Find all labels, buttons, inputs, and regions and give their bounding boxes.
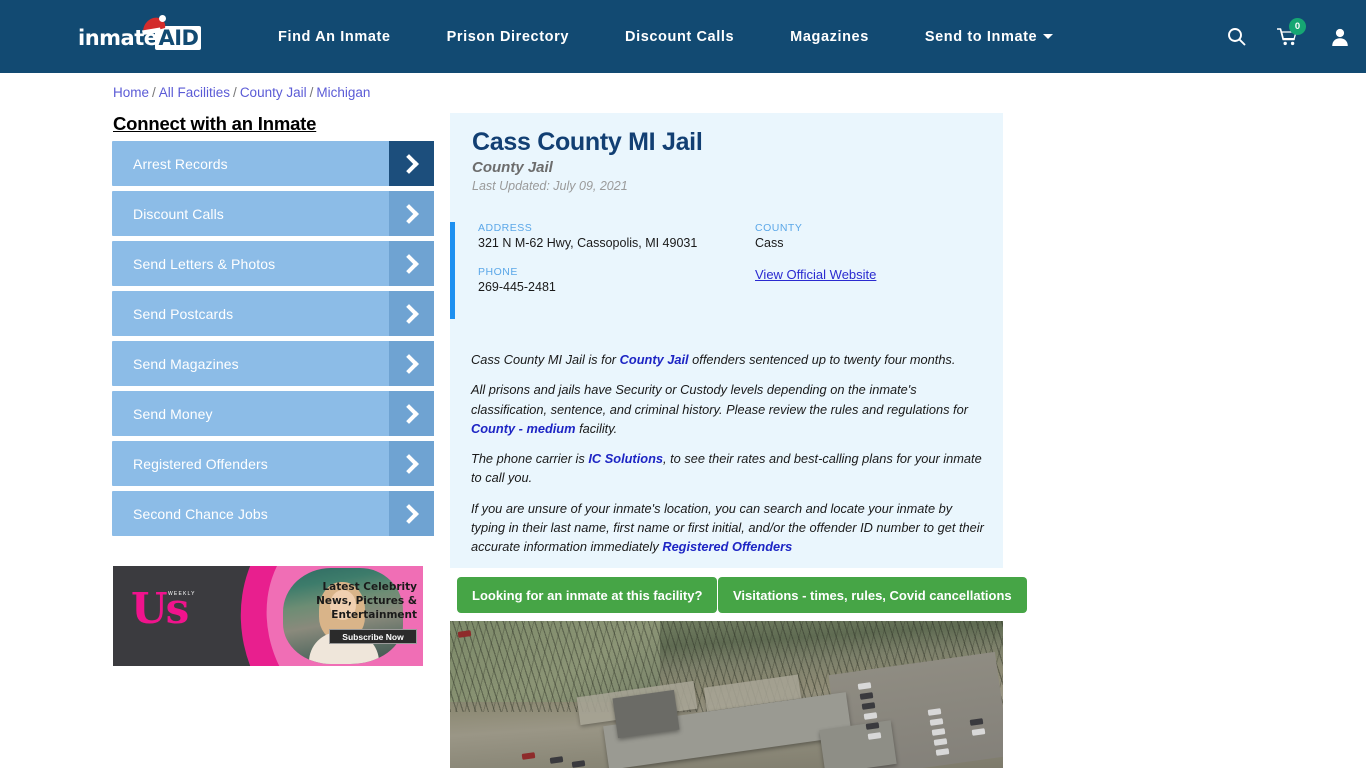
desc-text: All prisons and jails have Security or C… <box>471 382 968 417</box>
breadcrumb: Home / All Facilities / County Jail / Michigan <box>113 85 370 100</box>
sidebar-item-label: Discount Calls <box>133 205 224 222</box>
address-label: ADDRESS <box>478 222 533 234</box>
aerial-roof-section <box>612 689 680 739</box>
link-ic-solutions[interactable]: IC Solutions <box>588 451 663 466</box>
ad-subscribe-button[interactable]: Subscribe Now <box>329 629 417 644</box>
nav-item-discount-calls[interactable]: Discount Calls <box>597 29 762 45</box>
cart-button[interactable]: 0 <box>1262 0 1314 73</box>
search-button[interactable] <box>1210 0 1262 73</box>
chevron-right-icon <box>389 391 434 436</box>
logo-text: inmateAID <box>78 22 202 54</box>
official-website-link[interactable]: View Official Website <box>755 267 876 282</box>
nav-item-magazines[interactable]: Magazines <box>762 29 897 45</box>
facility-panel: Cass County MI Jail County Jail Last Upd… <box>450 113 1003 568</box>
breadcrumb-separator: / <box>309 85 314 100</box>
facility-type: County Jail <box>472 159 553 176</box>
address-value: 321 N M-62 Hwy, Cassopolis, MI 49031 <box>478 236 698 250</box>
facility-description: Cass County MI Jail is for County Jail o… <box>471 350 987 568</box>
chevron-right-icon <box>389 441 434 486</box>
sidebar-item-send-magazines[interactable]: Send Magazines <box>112 341 434 386</box>
sidebar-item-arrest-records[interactable]: Arrest Records <box>112 141 434 186</box>
chevron-right-icon <box>389 191 434 236</box>
nav-label: Prison Directory <box>446 28 570 45</box>
nav-label: Find An Inmate <box>278 28 391 45</box>
desc-text: facility. <box>575 420 618 436</box>
chevron-right-icon <box>389 341 434 386</box>
breadcrumb-separator: / <box>233 85 237 100</box>
description-paragraph-3: The phone carrier is IC Solutions, to se… <box>471 449 987 488</box>
visitations-button[interactable]: Visitations - times, rules, Covid cancel… <box>718 577 1027 613</box>
description-paragraph-4: If you are unsure of your inmate's locat… <box>471 499 987 557</box>
advertisement-banner[interactable]: Us WEEKLY Latest Celebrity News, Picture… <box>113 566 423 666</box>
sidebar-item-send-postcards[interactable]: Send Postcards <box>112 291 434 336</box>
sidebar-item-send-money[interactable]: Send Money <box>112 391 434 436</box>
sidebar-item-label: Send Money <box>133 405 213 422</box>
nav-item-send-to-inmate[interactable]: Send to Inmate <box>897 29 1081 45</box>
sidebar-item-label: Registered Offenders <box>133 455 268 472</box>
sidebar-item-registered-offenders[interactable]: Registered Offenders <box>112 441 434 486</box>
sidebar-item-label: Send Letters & Photos <box>133 255 276 272</box>
chevron-right-icon <box>389 141 434 186</box>
nav-item-find-an-inmate[interactable]: Find An Inmate <box>250 29 419 45</box>
sidebar-item-second-chance-jobs[interactable]: Second Chance Jobs <box>112 491 434 536</box>
main-navigation: Find An Inmate Prison Directory Discount… <box>250 0 1081 73</box>
sidebar-menu: Arrest Records Discount Calls Send Lette… <box>112 141 434 541</box>
chevron-right-icon <box>389 291 434 336</box>
search-icon <box>1227 28 1245 46</box>
link-county-jail[interactable]: County Jail <box>620 352 689 367</box>
nav-label: Send to Inmate <box>924 28 1038 45</box>
phone-value: 269-445-2481 <box>478 280 556 294</box>
sidebar-item-label: Arrest Records <box>133 155 228 172</box>
chevron-down-icon <box>1043 34 1054 40</box>
info-accent-bar <box>450 222 455 319</box>
desc-text: offenders sentenced up to twenty four mo… <box>688 352 956 367</box>
breadcrumb-item-michigan[interactable]: Michigan <box>316 85 370 100</box>
sidebar-heading: Connect with an Inmate <box>113 113 317 134</box>
page-title: Cass County MI Jail <box>472 128 703 156</box>
county-label: COUNTY <box>755 222 803 234</box>
ad-line-1: Latest Celebrity <box>322 581 417 593</box>
info-column-right: COUNTY Cass View Official Website <box>755 222 995 284</box>
breadcrumb-separator: / <box>152 85 156 100</box>
nav-label: Discount Calls <box>625 28 735 45</box>
cart-count-badge: 0 <box>1289 18 1306 35</box>
breadcrumb-item-county-jail[interactable]: County Jail <box>240 85 307 100</box>
facility-info-block: ADDRESS 321 N M-62 Hwy, Cassopolis, MI 4… <box>450 222 1003 322</box>
nav-item-prison-directory[interactable]: Prison Directory <box>419 29 597 45</box>
phone-label: PHONE <box>478 266 518 278</box>
facility-aerial-photo[interactable] <box>450 621 1003 768</box>
desc-text: The phone carrier is <box>471 451 589 467</box>
nav-label: Magazines <box>790 28 869 45</box>
ad-line-2: News, Pictures & <box>316 595 417 607</box>
user-account-icon <box>1332 28 1348 46</box>
account-button[interactable] <box>1314 0 1366 73</box>
chevron-right-icon <box>389 241 434 286</box>
inmate-search-button[interactable]: Looking for an inmate at this facility? <box>457 577 718 613</box>
sidebar-item-discount-calls[interactable]: Discount Calls <box>112 191 434 236</box>
county-value: Cass <box>755 236 784 250</box>
ad-text-block: Latest Celebrity News, Pictures & Entert… <box>299 580 417 644</box>
site-header: inmateAID Find An Inmate Prison Director… <box>0 0 1366 73</box>
desc-text: Cass County MI Jail is for <box>471 352 620 367</box>
info-column-left: ADDRESS 321 N M-62 Hwy, Cassopolis, MI 4… <box>478 222 748 310</box>
description-paragraph-1: Cass County MI Jail is for County Jail o… <box>471 350 987 369</box>
santa-hat-icon <box>142 15 166 35</box>
ad-line-3: Entertainment <box>331 609 417 621</box>
link-county-medium[interactable]: County - medium <box>471 421 576 436</box>
chevron-right-icon <box>389 491 434 536</box>
breadcrumb-item-all-facilities[interactable]: All Facilities <box>159 85 230 100</box>
link-registered-offenders[interactable]: Registered Offenders <box>662 539 792 554</box>
site-logo[interactable]: inmateAID <box>78 15 202 54</box>
sidebar-item-label: Send Postcards <box>133 305 234 322</box>
breadcrumb-item-home[interactable]: Home <box>113 85 149 100</box>
header-icon-group: 0 <box>1210 0 1366 73</box>
sidebar-item-send-letters-photos[interactable]: Send Letters & Photos <box>112 241 434 286</box>
sidebar-item-label: Second Chance Jobs <box>133 505 268 522</box>
description-paragraph-2: All prisons and jails have Security or C… <box>471 380 987 438</box>
last-updated-text: Last Updated: July 09, 2021 <box>472 179 628 193</box>
sidebar-item-label: Send Magazines <box>133 355 239 372</box>
ad-brand-sublabel: WEEKLY <box>168 591 196 597</box>
